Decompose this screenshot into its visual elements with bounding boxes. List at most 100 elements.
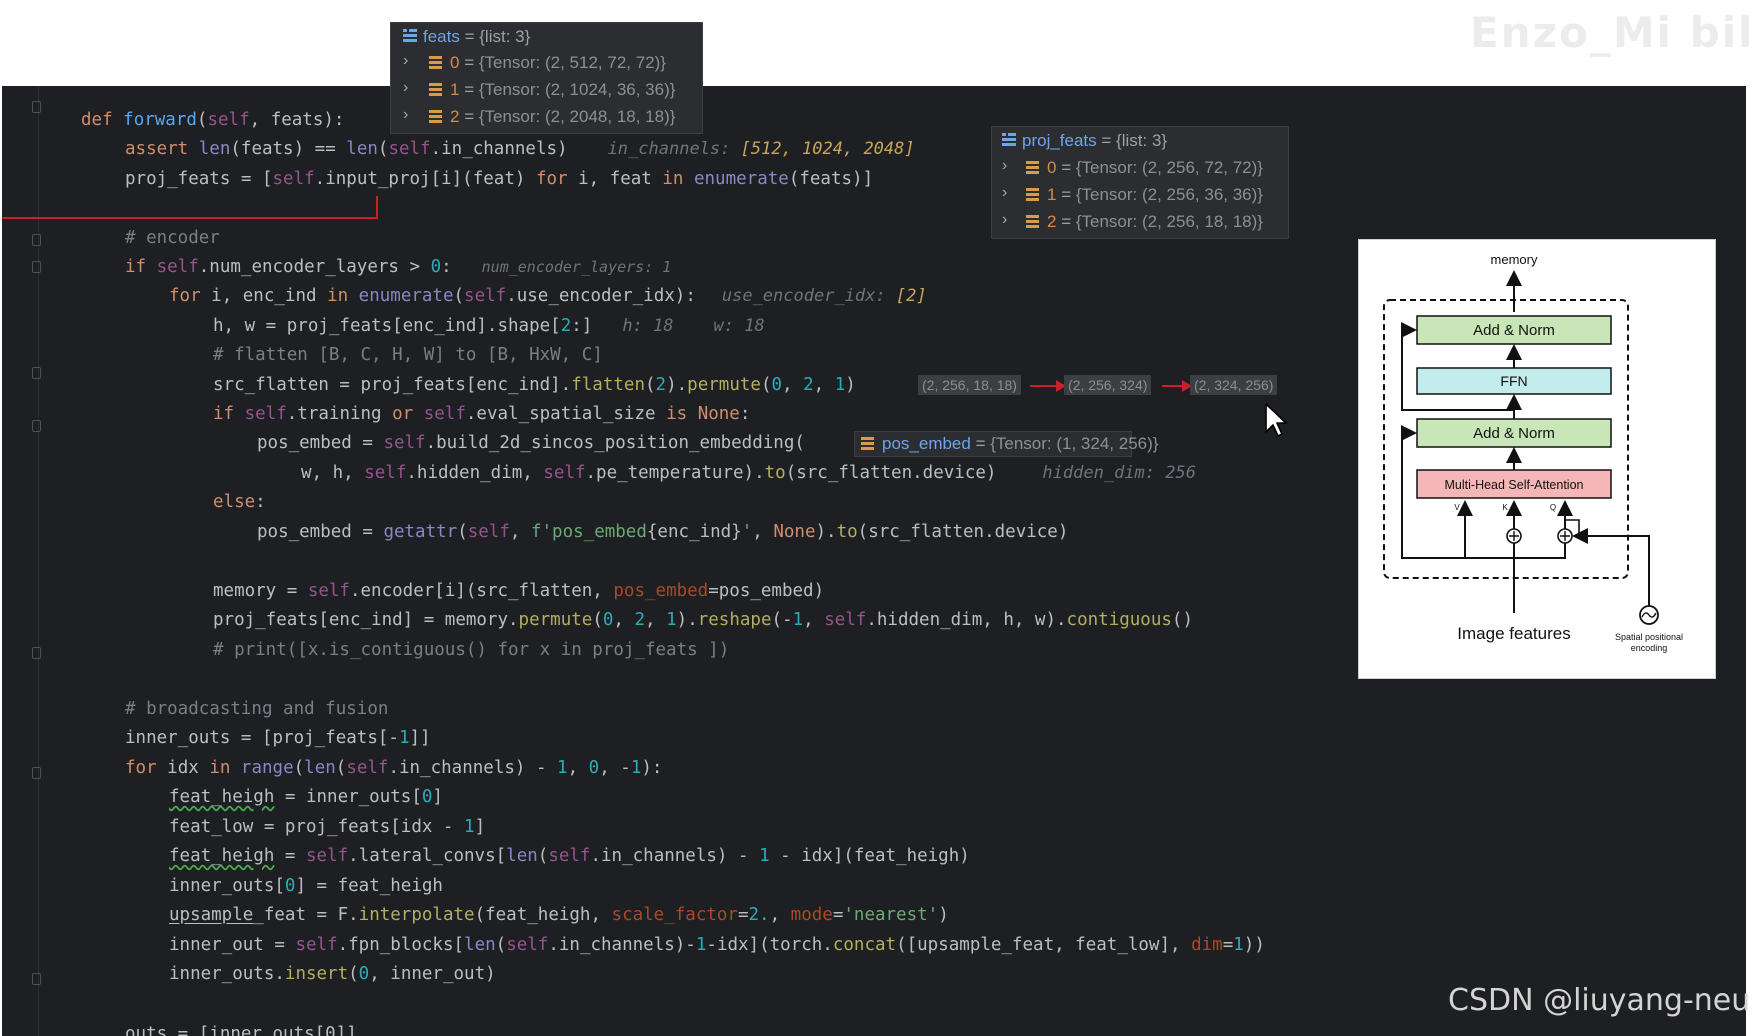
popup-item[interactable]: 1 = {Tensor: (2, 1024, 36, 36)} <box>429 77 675 103</box>
arrow-right-icon <box>1162 380 1192 392</box>
code-text: ). <box>676 610 698 630</box>
method: insert <box>284 964 349 984</box>
self-keyword: self <box>244 404 287 424</box>
keyword-argument: pos_embed <box>613 581 709 601</box>
chevron-right-icon[interactable]: › <box>403 106 415 124</box>
code-line[interactable]: if self.training or self.eval_spatial_si… <box>213 403 750 425</box>
fold-marker[interactable] <box>32 973 41 985</box>
fold-marker[interactable] <box>32 261 41 273</box>
code-text: .use_encoder_idx): <box>506 286 696 306</box>
code-line[interactable]: # broadcasting and fusion <box>125 698 388 720</box>
chevron-right-icon[interactable]: › <box>1002 184 1014 202</box>
number: 1 <box>834 375 846 395</box>
code-text: feat_heigh <box>169 787 275 807</box>
number: 1 <box>666 610 677 630</box>
chevron-right-icon[interactable]: › <box>403 52 415 70</box>
code-text: = <box>832 905 844 925</box>
popup-item[interactable]: 0 = {Tensor: (2, 512, 72, 72)} <box>429 50 666 76</box>
code-line[interactable]: # encoder <box>125 227 220 249</box>
code-line[interactable]: inner_outs = [proj_feats[-1]] <box>125 727 431 749</box>
code-line[interactable]: # flatten [B, C, H, W] to [B, HxW, C] <box>213 344 603 366</box>
equals-sign: = <box>459 27 480 46</box>
code-line[interactable]: if self.num_encoder_layers > 0: num_encod… <box>125 256 671 278</box>
shape-chip: (2, 256, 324) <box>1064 375 1152 395</box>
memory-label: memory <box>1491 252 1538 267</box>
code-text: = <box>274 846 306 866</box>
code-line[interactable]: pos_embed = getattr(self, f'pos_embed{en… <box>257 521 1068 543</box>
field-icon <box>429 56 442 69</box>
encoder-diagram: memory Add & Norm FFN Add & Norm Multi-H… <box>1358 239 1716 679</box>
code-text: upsample <box>169 905 254 925</box>
code-text: .lateral_convs[ <box>348 846 507 866</box>
q-label: Q <box>1550 503 1556 512</box>
code-text: .in_channels)- <box>548 935 696 955</box>
code-text: proj_feats[enc_ind] = memory. <box>213 610 519 630</box>
fold-marker[interactable] <box>32 234 41 246</box>
popup-item[interactable]: 0 = {Tensor: (2, 256, 72, 72)} <box>1026 155 1263 181</box>
equals-sign: = <box>1096 131 1117 150</box>
code-line[interactable]: proj_feats = [self.input_proj[i](feat) f… <box>125 168 873 190</box>
number: 0 <box>771 375 783 395</box>
code-line[interactable]: proj_feats[enc_ind] = memory.permute(0, … <box>213 609 1193 631</box>
chevron-right-icon[interactable]: › <box>403 79 415 97</box>
pos-embed-popup[interactable]: pos_embed = {Tensor: (1, 324, 256)} <box>854 431 1158 457</box>
chevron-right-icon[interactable]: › <box>1002 211 1014 229</box>
variable-type: {list: 3} <box>479 27 531 46</box>
builtin: len <box>198 139 231 159</box>
code-line[interactable]: inner_out = self.fpn_blocks[len(self.in_… <box>169 934 1265 956</box>
fold-marker[interactable] <box>32 367 41 379</box>
self-keyword: self <box>156 257 199 277</box>
code-text: , <box>752 522 774 542</box>
fold-marker[interactable] <box>32 647 41 659</box>
number: 0 <box>421 787 433 807</box>
self-keyword: self <box>388 139 431 159</box>
code-line[interactable]: assert len(feats) == len(self.in_channel… <box>125 138 915 160</box>
code-line[interactable]: else: <box>213 491 266 513</box>
self-keyword: self <box>364 463 407 483</box>
code-text: memory = <box>213 581 308 601</box>
fold-marker[interactable] <box>32 420 41 432</box>
code-text: .fpn_blocks[ <box>337 935 465 955</box>
fold-marker[interactable] <box>32 101 41 113</box>
code-text: ] <box>474 817 486 837</box>
fold-marker[interactable] <box>32 767 41 779</box>
code-line[interactable]: feat_low = proj_feats[idx - 1] <box>169 816 485 838</box>
code-line[interactable]: h, w = proj_feats[enc_ind].shape[2:] h: 1… <box>213 315 765 337</box>
popup-item[interactable]: 1 = {Tensor: (2, 256, 36, 36)} <box>1026 182 1263 208</box>
code-line[interactable]: # print([x.is_contiguous() for x in proj… <box>213 639 729 661</box>
code-line[interactable]: pos_embed = self.build_2d_sincos_positio… <box>257 432 805 454</box>
number: 2 <box>560 316 572 336</box>
popup-item[interactable]: 2 = {Tensor: (2, 256, 18, 18)} <box>1026 209 1263 235</box>
proj-feats-popup[interactable]: proj_feats = {list: 3} › 0 = {Tensor: (2… <box>991 126 1289 239</box>
code-line[interactable]: w, h, self.hidden_dim, self.pe_temperatu… <box>301 462 1196 484</box>
code-line[interactable]: inner_outs.insert(0, inner_out) <box>169 963 496 985</box>
code-text: ) <box>845 375 856 395</box>
code-text: ( <box>537 846 549 866</box>
code-line[interactable]: feat_heigh = self.lateral_convs[len(self… <box>169 845 970 867</box>
code-line[interactable]: memory = self.encoder[i](src_flatten, po… <box>213 580 824 602</box>
item-value: {Tensor: (2, 2048, 18, 18)} <box>478 107 676 126</box>
code-line[interactable]: outs = [inner_outs[0]] <box>125 1023 357 1036</box>
code-line[interactable]: src_flatten = proj_feats[enc_ind].flatte… <box>213 374 856 396</box>
code-text: : <box>255 492 266 512</box>
code-line[interactable]: for idx in range(len(self.in_channels) -… <box>125 757 662 779</box>
inline-value-hint: num_encoder_layers: 1 <box>481 258 672 276</box>
method: reshape <box>697 610 772 630</box>
code-text: i, feat <box>567 169 663 189</box>
number: 1 <box>759 846 770 866</box>
code-text: )) <box>1243 935 1265 955</box>
code-text: .hidden_dim, <box>406 463 544 483</box>
builtin: len <box>506 846 538 866</box>
code-line[interactable]: upsample_feat = F.interpolate(feat_heigh… <box>169 904 949 926</box>
add-norm-bottom-label: Add & Norm <box>1473 425 1555 442</box>
popup-item[interactable]: 2 = {Tensor: (2, 2048, 18, 18)} <box>429 104 675 130</box>
code-line[interactable]: feat_heigh = inner_outs[0] <box>169 786 443 808</box>
feats-popup[interactable]: feats = {list: 3} › 0 = {Tensor: (2, 512… <box>390 22 703 134</box>
code-line[interactable]: def forward(self, feats): <box>81 109 344 131</box>
code-text: = inner_outs[ <box>274 787 422 807</box>
chevron-right-icon[interactable]: › <box>1002 157 1014 175</box>
code-line[interactable]: inner_outs[0] = feat_heigh <box>169 875 443 897</box>
code-text: , <box>645 610 667 630</box>
code-line[interactable]: for i, enc_ind in enumerate(self.use_enc… <box>169 285 927 307</box>
code-text: ). <box>666 375 688 395</box>
